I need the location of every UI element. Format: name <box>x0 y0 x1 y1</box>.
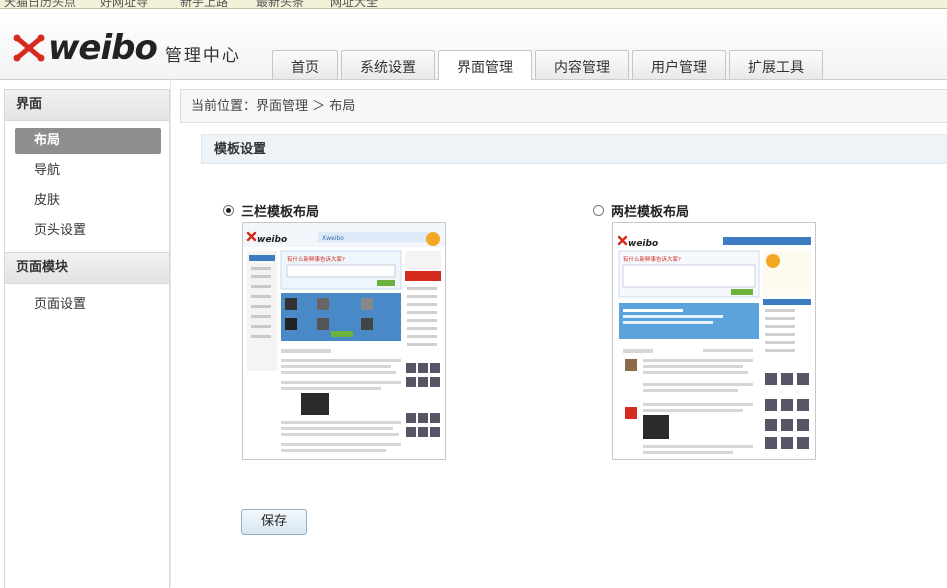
sidebar: 界面 布局 导航 皮肤 页头设置 页面模块 页面设置 <box>4 89 170 588</box>
content-divider <box>170 79 171 587</box>
thumb-note: 有什么新鲜事告诉大家? <box>623 255 681 263</box>
bookmark-item[interactable]: 天猫日历头点 <box>4 0 76 8</box>
save-button[interactable]: 保存 <box>241 509 307 535</box>
option-three-column[interactable]: 三栏模板布局 <box>223 201 319 220</box>
sidebar-item-header-settings[interactable]: 页头设置 <box>5 216 169 246</box>
option-label: 三栏模板布局 <box>241 205 320 220</box>
weibo-x-icon <box>13 34 45 62</box>
thumb-brand: weibo <box>257 235 287 245</box>
bookmark-item[interactable]: 最新头条 <box>256 0 304 8</box>
bookmark-item[interactable]: 好网址导 <box>100 0 148 8</box>
bookmark-item[interactable]: 网址大全 <box>330 0 378 8</box>
tab-home[interactable]: 首页 <box>272 50 338 79</box>
thumb-slogan: Xweibo <box>322 235 344 242</box>
bookmark-item[interactable]: 新手上路 <box>180 0 228 8</box>
section-header: 模板设置 <box>201 134 947 164</box>
sidebar-item-layout[interactable]: 布局 <box>15 128 161 154</box>
bookmarks-bar: 天猫日历头点 好网址导 新手上路 最新头条 网址大全 <box>0 0 947 9</box>
sidebar-item-skin[interactable]: 皮肤 <box>5 186 169 216</box>
sidebar-item-page-settings[interactable]: 页面设置 <box>5 290 169 320</box>
radio-button[interactable] <box>593 205 604 216</box>
thumb-brand: weibo <box>628 239 658 249</box>
logo-subtitle: 管理中心 <box>164 45 241 66</box>
header: weibo 管理中心 首页 系统设置 界面管理 内容管理 用户管理 扩展工具 <box>0 9 947 80</box>
preview-three-column[interactable]: weibo Xweibo 有什么新鲜事告诉大家? <box>242 222 446 460</box>
layout-preview-image: weibo 有什么新鲜事告诉大家? <box>613 223 815 459</box>
logo-text: weibo <box>48 28 158 68</box>
tab-content-management[interactable]: 内容管理 <box>535 50 629 79</box>
sidebar-item-navigation[interactable]: 导航 <box>5 156 169 186</box>
option-label: 两栏模板布局 <box>611 205 690 220</box>
tab-extension-tools[interactable]: 扩展工具 <box>729 50 823 79</box>
tab-system-settings[interactable]: 系统设置 <box>341 50 435 79</box>
logo[interactable]: weibo 管理中心 <box>13 28 241 68</box>
breadcrumb: 当前位置：界面管理 ＞ 布局 <box>180 89 947 123</box>
tab-interface-management[interactable]: 界面管理 <box>438 50 532 80</box>
radio-button[interactable] <box>223 205 234 216</box>
thumb-note: 有什么新鲜事告诉大家? <box>287 255 345 263</box>
tab-user-management[interactable]: 用户管理 <box>632 50 726 79</box>
option-two-column[interactable]: 两栏模板布局 <box>593 201 689 220</box>
sidebar-group-title: 页面模块 <box>5 252 169 284</box>
layout-preview-image: weibo Xweibo 有什么新鲜事告诉大家? <box>243 223 445 459</box>
sidebar-group-title: 界面 <box>5 90 169 121</box>
preview-two-column[interactable]: weibo 有什么新鲜事告诉大家? <box>612 222 816 460</box>
